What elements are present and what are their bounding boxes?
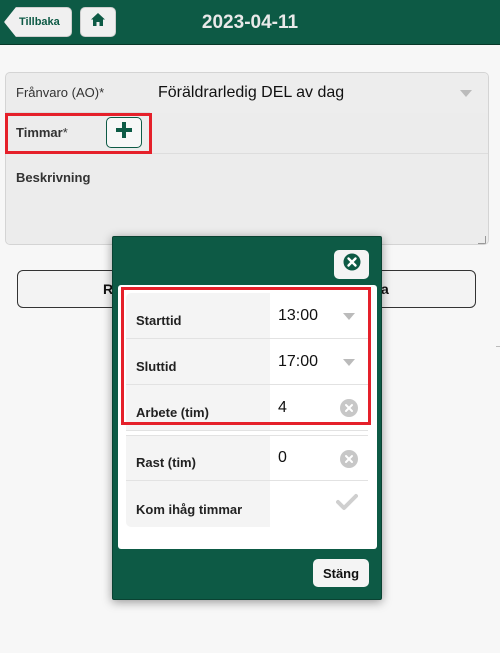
clear-icon[interactable] xyxy=(340,450,358,468)
hours-label: Timmar* xyxy=(16,125,68,140)
back-button-label: Tillbaka xyxy=(19,16,60,28)
description-label: Beskrivning xyxy=(16,170,91,185)
end-time-row: Sluttid 17:00 xyxy=(126,339,368,385)
add-hours-button[interactable] xyxy=(106,117,142,148)
remember-hours-label: Kom ihåg timmar xyxy=(126,481,270,527)
start-time-value: 13:00 xyxy=(278,306,319,324)
home-icon xyxy=(90,12,106,32)
plus-icon xyxy=(116,122,132,143)
divider xyxy=(496,346,500,347)
hours-row: Timmar* xyxy=(6,113,488,154)
remember-hours-row: Kom ihåg timmar xyxy=(126,481,368,527)
work-hours-label: Arbete (tim) xyxy=(126,385,270,430)
resize-handle-icon[interactable] xyxy=(478,236,486,244)
break-hours-row: Rast (tim) 0 xyxy=(126,435,368,481)
work-hours-input[interactable]: 4 xyxy=(270,385,368,430)
absence-select[interactable]: Föräldrarledig DEL av dag xyxy=(150,73,488,113)
absence-row: Frånvaro (AO)* Föräldrarledig DEL av dag xyxy=(6,73,488,113)
absence-form: Frånvaro (AO)* Föräldrarledig DEL av dag… xyxy=(5,72,489,245)
time-table: Starttid 13:00 Sluttid 17:00 Arbete (tim… xyxy=(126,293,368,527)
dialog-body: Starttid 13:00 Sluttid 17:00 Arbete (tim… xyxy=(118,285,377,549)
header: Tillbaka 2023-04-11 xyxy=(0,0,500,45)
page-title: 2023-04-11 xyxy=(201,11,299,33)
start-time-row: Starttid 13:00 xyxy=(126,293,368,339)
hours-dialog: Starttid 13:00 Sluttid 17:00 Arbete (tim… xyxy=(112,236,382,600)
close-dialog-button[interactable] xyxy=(334,250,369,279)
close-button[interactable]: Stäng xyxy=(313,559,369,587)
close-circle-icon xyxy=(343,253,361,276)
check-icon xyxy=(336,493,358,516)
triangle-down-icon xyxy=(343,313,355,320)
absence-label: Frånvaro (AO)* xyxy=(16,85,105,100)
required-mark: * xyxy=(62,125,68,140)
end-time-value: 17:00 xyxy=(278,352,319,370)
start-time-label: Starttid xyxy=(126,293,270,338)
work-hours-value: 4 xyxy=(278,398,287,416)
clear-icon[interactable] xyxy=(340,399,358,417)
triangle-down-icon xyxy=(460,90,472,97)
home-button[interactable] xyxy=(80,7,116,37)
break-hours-input[interactable]: 0 xyxy=(270,436,368,480)
required-mark: * xyxy=(99,85,105,100)
break-hours-value: 0 xyxy=(278,449,287,466)
close-button-label: Stäng xyxy=(322,565,360,581)
start-time-select[interactable]: 13:00 xyxy=(270,293,368,338)
back-button[interactable]: Tillbaka xyxy=(4,7,72,37)
triangle-down-icon xyxy=(343,359,355,366)
end-time-label: Sluttid xyxy=(126,339,270,384)
end-time-select[interactable]: 17:00 xyxy=(270,339,368,384)
break-hours-label: Rast (tim) xyxy=(126,436,270,480)
work-hours-row: Arbete (tim) 4 xyxy=(126,385,368,431)
absence-select-value: Föräldrarledig DEL av dag xyxy=(158,84,345,101)
description-row: Beskrivning xyxy=(6,154,488,194)
remember-hours-toggle[interactable] xyxy=(270,481,368,527)
